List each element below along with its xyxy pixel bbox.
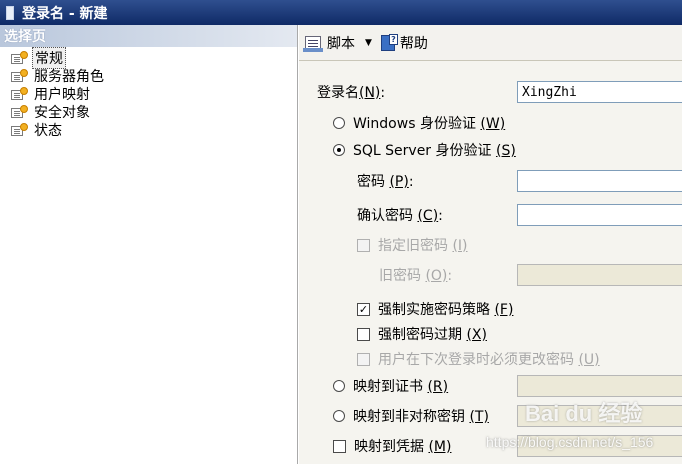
map-certificate-radio[interactable]: 映射到证书 (R) [333, 375, 448, 397]
page-item-label: 状态 [34, 123, 62, 139]
help-icon: ? [380, 33, 398, 52]
enforce-policy-checkbox[interactable]: ✓ 强制实施密码策略 (F) [357, 298, 513, 320]
login-name-row: 登录名(N): [317, 81, 385, 103]
map-asymmetric-key-label: 映射到非对称密钥 (T) [353, 409, 489, 425]
password-row: 密码 (P): [357, 170, 414, 192]
page-item-user-mapping[interactable]: 用户映射 [0, 85, 297, 103]
must-change-password-label: 用户在下次登录时必须更改密码 (U) [378, 352, 600, 368]
must-change-password-checkbox[interactable]: 用户在下次登录时必须更改密码 (U) [357, 348, 600, 370]
page-item-label: 安全对象 [34, 105, 90, 121]
page-item-server-roles[interactable]: 服务器角色 [0, 67, 297, 85]
page-icon [10, 87, 28, 101]
sql-auth-label: SQL Server 身份验证 (S) [353, 143, 516, 159]
map-asymmetric-key-radio[interactable]: 映射到非对称密钥 (T) [333, 405, 489, 427]
page-selector-panel: 选择页 常规 服务器角色 用户映射 安全对象 状态 [0, 25, 298, 464]
old-password-label: 旧密码 (O): [379, 268, 453, 284]
enforce-expiration-checkbox[interactable]: 强制密码过期 (X) [357, 323, 487, 345]
must-change-password-box[interactable] [357, 352, 370, 366]
map-credential-label: 映射到凭据 (M) [354, 439, 452, 455]
confirm-password-label: 确认密码 (C): [357, 208, 443, 224]
script-icon [303, 34, 325, 52]
window-title-bar[interactable]: 登录名 - 新建 [0, 0, 682, 25]
window-icon [6, 5, 14, 20]
help-label: 帮助 [399, 35, 428, 52]
windows-auth-label: Windows 身份验证 (W) [353, 116, 506, 132]
windows-auth-radio-circle[interactable] [333, 117, 345, 129]
password-input[interactable] [517, 170, 682, 192]
enforce-expiration-label: 强制密码过期 (X) [378, 327, 487, 343]
page-item-label: 用户映射 [34, 87, 90, 103]
window-title: 登录名 - 新建 [22, 5, 108, 22]
enforce-policy-box[interactable]: ✓ [357, 302, 370, 316]
map-credential-checkbox[interactable]: 映射到凭据 (M) [333, 435, 451, 457]
page-icon [10, 51, 28, 65]
sql-auth-radio[interactable]: SQL Server 身份验证 (S) [333, 139, 516, 161]
password-label: 密码 (P): [357, 174, 414, 190]
old-password-row: 旧密码 (O): [379, 264, 452, 286]
page-list: 常规 服务器角色 用户映射 安全对象 状态 [0, 47, 297, 139]
windows-auth-radio[interactable]: Windows 身份验证 (W) [333, 112, 505, 134]
specify-old-password-checkbox[interactable]: 指定旧密码 (I) [357, 234, 468, 256]
specify-old-password-box[interactable] [357, 238, 370, 252]
old-password-input[interactable] [517, 264, 682, 286]
login-name-input[interactable]: XingZhi [517, 81, 682, 103]
script-label: 脚本 [327, 35, 355, 52]
watermark-url: https://blog.csdn.net/s_156 [486, 434, 654, 450]
map-credential-box[interactable] [333, 439, 346, 453]
map-certificate-radio-circle[interactable] [333, 380, 345, 392]
enforce-policy-label: 强制实施密码策略 (F) [378, 302, 514, 318]
page-item-status[interactable]: 状态 [0, 121, 297, 139]
map-certificate-label: 映射到证书 (R) [353, 379, 449, 395]
specify-old-password-label: 指定旧密码 (I) [378, 238, 468, 254]
page-item-general[interactable]: 常规 [0, 47, 297, 69]
map-asymmetric-key-radio-circle[interactable] [333, 410, 345, 422]
page-icon [10, 123, 28, 137]
toolbar: 脚本 ▼ ? 帮助 [299, 25, 682, 61]
page-item-securables[interactable]: 安全对象 [0, 103, 297, 121]
help-button[interactable]: ? 帮助 [380, 33, 428, 53]
page-item-label: 服务器角色 [34, 69, 104, 85]
page-icon [10, 69, 28, 83]
page-selector-header: 选择页 [0, 25, 297, 47]
sql-auth-radio-circle[interactable] [333, 144, 345, 156]
confirm-password-row: 确认密码 (C): [357, 204, 443, 226]
confirm-password-input[interactable] [517, 204, 682, 226]
login-name-label: 登录名(N): [317, 85, 386, 101]
certificate-dropdown[interactable] [517, 375, 682, 397]
script-dropdown-arrow-icon[interactable]: ▼ [365, 38, 372, 48]
baidu-watermark-logo: Bai du 经验 [525, 401, 643, 426]
page-icon [10, 105, 28, 119]
enforce-expiration-box[interactable] [357, 327, 370, 341]
script-button[interactable]: 脚本 [303, 33, 355, 53]
